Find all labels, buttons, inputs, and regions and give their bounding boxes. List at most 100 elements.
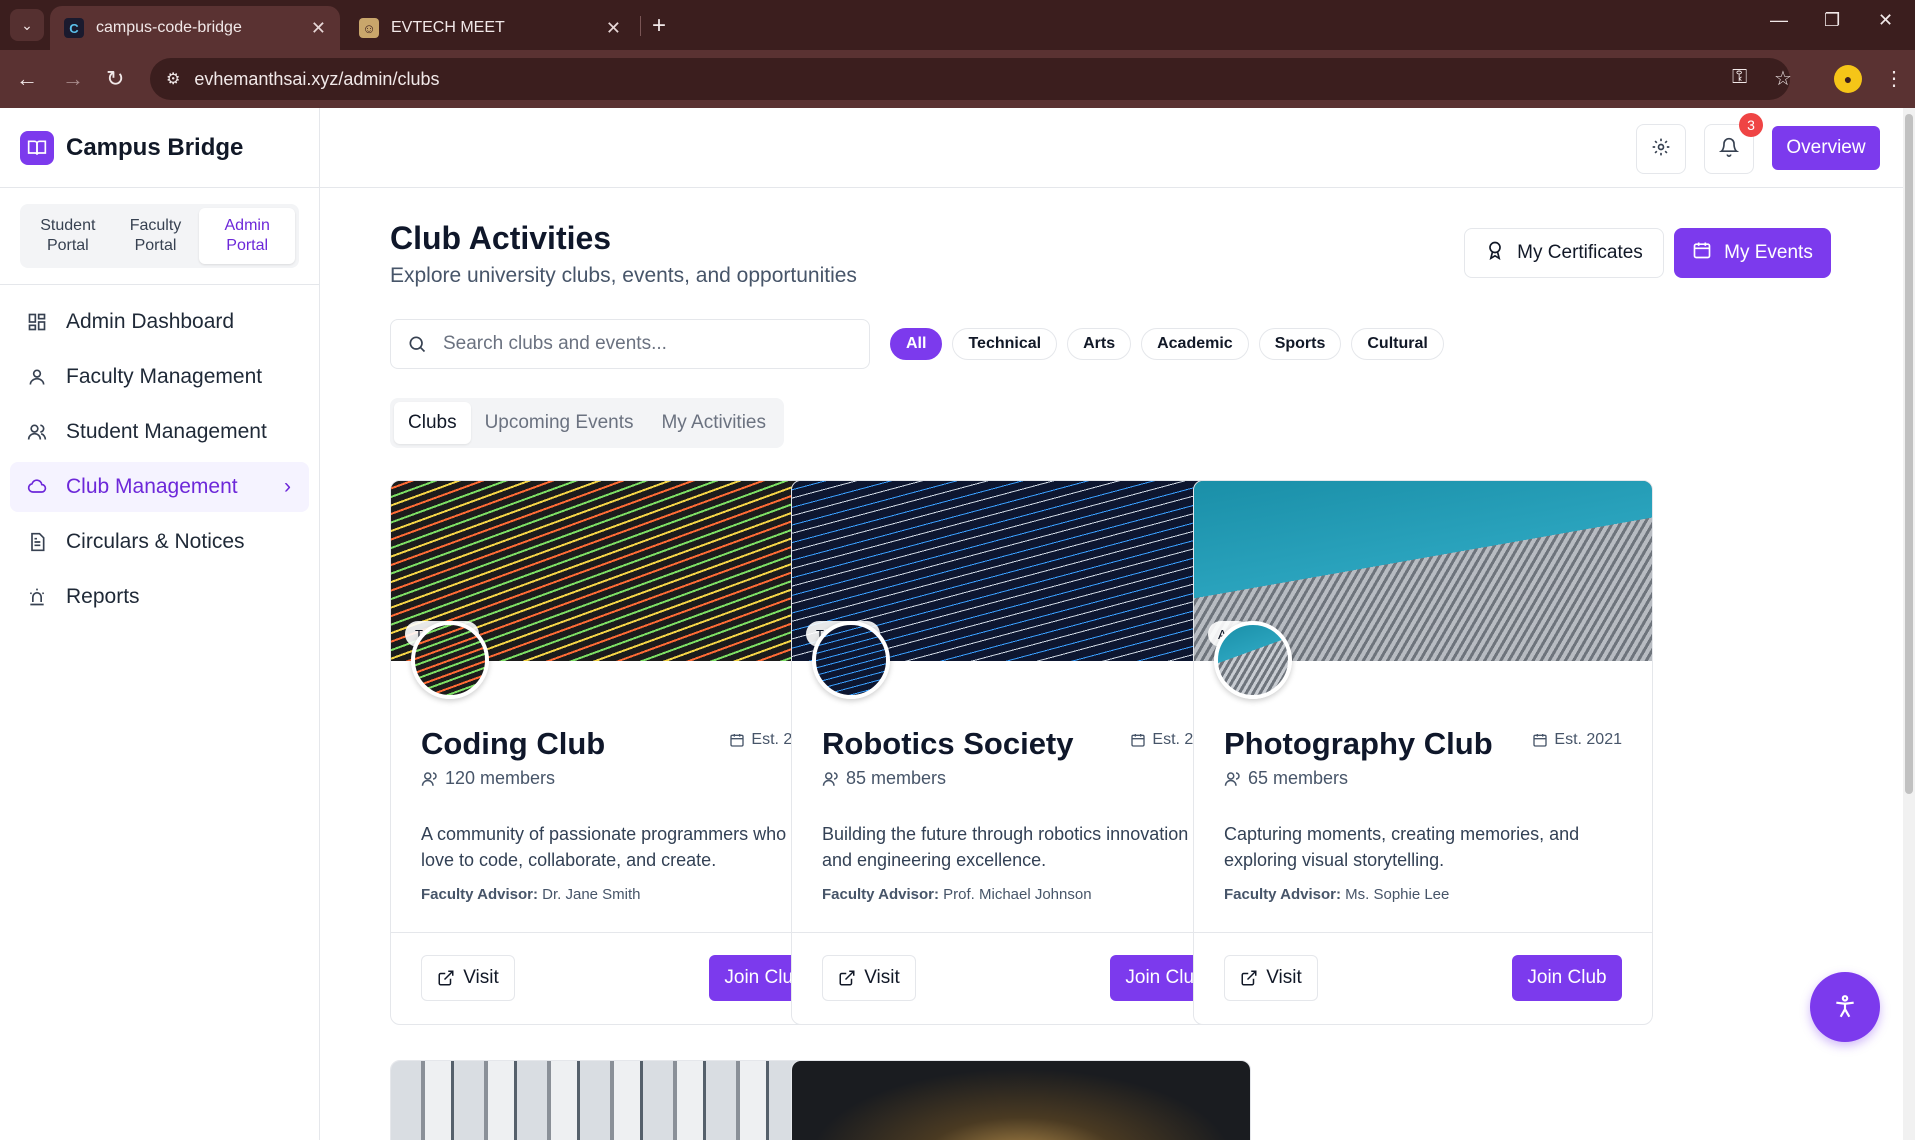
- page-subtitle: Explore university clubs, events, and op…: [390, 264, 857, 287]
- password-key-icon[interactable]: ⚿: [1732, 66, 1747, 89]
- accessibility-button[interactable]: [1810, 972, 1880, 1042]
- filter-sports[interactable]: Sports: [1258, 328, 1342, 360]
- forward-icon[interactable]: →: [62, 66, 84, 92]
- sidebar-item-label: Reports: [66, 585, 140, 608]
- est-label: Est. 2021: [1554, 731, 1622, 748]
- sidebar-item-faculty-management[interactable]: Faculty Management: [10, 352, 309, 402]
- my-certificates-label: My Certificates: [1517, 242, 1643, 263]
- visit-label: Visit: [864, 967, 900, 988]
- settings-button[interactable]: [1636, 124, 1686, 174]
- accessibility-icon: [1836, 995, 1854, 1018]
- notifications-button[interactable]: 3: [1704, 113, 1763, 174]
- calendar-icon: [1692, 240, 1712, 266]
- admin-portal-tab[interactable]: Admin Portal: [199, 208, 296, 264]
- advisor-label: Faculty Advisor:: [1224, 886, 1341, 903]
- filter-all[interactable]: All: [890, 328, 943, 360]
- tab-clubs[interactable]: Clubs: [394, 402, 471, 444]
- club-cover-image: [792, 1061, 1250, 1140]
- card-divider: [391, 932, 849, 933]
- faculty-advisor: Faculty Advisor: Prof. Michael Johnson: [822, 886, 1092, 903]
- search-icon: [409, 336, 426, 353]
- sidebar-item-student-management[interactable]: Student Management: [10, 407, 309, 457]
- site-info-icon[interactable]: ⚙: [166, 69, 180, 89]
- filter-cultural[interactable]: Cultural: [1351, 328, 1444, 360]
- sidebar-item-label: Faculty Management: [66, 365, 263, 388]
- visit-button[interactable]: Visit: [1224, 955, 1318, 1001]
- minimize-icon[interactable]: —: [1770, 10, 1788, 31]
- page-scrollbar-thumb[interactable]: [1905, 114, 1913, 794]
- alarm-icon: [26, 587, 48, 607]
- visit-button[interactable]: Visit: [421, 955, 515, 1001]
- gear-icon: [1651, 137, 1671, 162]
- new-tab-icon[interactable]: +: [652, 12, 666, 40]
- club-card-photography: Arts Photography Club Est. 2021 65 membe…: [1193, 480, 1653, 1025]
- address-bar[interactable]: ⚙ evhemanthsai.xyz/admin/clubs: [150, 58, 1790, 100]
- club-avatar: [812, 621, 890, 699]
- club-members: 85 members: [822, 768, 946, 789]
- meet-favicon-icon: ☺: [359, 18, 379, 38]
- members-count: 65 members: [1248, 768, 1349, 788]
- my-events-label: My Events: [1724, 242, 1813, 263]
- club-established: Est. 2021: [1532, 731, 1622, 749]
- window-close-icon[interactable]: ✕: [1878, 10, 1893, 31]
- cloud-icon: [26, 477, 48, 497]
- club-name: Photography Club: [1224, 726, 1493, 761]
- users-icon: [1224, 771, 1240, 786]
- profile-avatar-icon[interactable]: ●: [1834, 65, 1862, 93]
- visit-button[interactable]: Visit: [822, 955, 916, 1001]
- external-link-icon: [839, 970, 855, 986]
- app-topbar: 3 Overview: [320, 108, 1915, 188]
- faculty-advisor: Faculty Advisor: Ms. Sophie Lee: [1224, 886, 1449, 903]
- sidebar-item-admin-dashboard[interactable]: Admin Dashboard: [10, 297, 309, 347]
- reload-icon[interactable]: ↻: [106, 66, 124, 92]
- bookmark-star-icon[interactable]: ☆: [1774, 66, 1792, 91]
- tab-title: campus-code-bridge: [96, 19, 242, 36]
- close-tab-icon[interactable]: ✕: [311, 18, 326, 39]
- close-tab-icon[interactable]: ✕: [606, 18, 621, 39]
- browser-tab-inactive[interactable]: ☺ EVTECH MEET ✕: [345, 6, 635, 50]
- sidebar-item-reports[interactable]: Reports: [10, 572, 309, 622]
- filter-academic[interactable]: Academic: [1141, 328, 1249, 360]
- sidebar-item-label: Club Management: [66, 475, 238, 498]
- faculty-portal-tab[interactable]: Faculty Portal: [112, 208, 200, 264]
- sidebar-item-label: Admin Dashboard: [66, 310, 235, 333]
- back-icon[interactable]: ←: [16, 66, 38, 92]
- sidebar-item-club-management[interactable]: Club Management ›: [10, 462, 309, 512]
- browser-menu-icon[interactable]: ⋮: [1884, 66, 1904, 91]
- faculty-advisor: Faculty Advisor: Dr. Jane Smith: [421, 886, 641, 903]
- sidebar-item-label: Student Management: [66, 420, 267, 443]
- tab-search-button[interactable]: ⌄: [10, 9, 44, 41]
- browser-tab-active[interactable]: C campus-code-bridge ✕: [50, 6, 340, 50]
- club-description: Capturing moments, creating memories, an…: [1224, 824, 1580, 870]
- tab-upcoming-events[interactable]: Upcoming Events: [471, 402, 648, 444]
- sidebar-item-circulars-notices[interactable]: Circulars & Notices: [10, 517, 309, 567]
- club-avatar: [411, 621, 489, 699]
- student-portal-tab[interactable]: Student Portal: [24, 208, 112, 264]
- sidebar: Campus Bridge Student Portal Faculty Por…: [0, 108, 320, 1140]
- sidebar-nav: Admin Dashboard Faculty Management Stude…: [0, 285, 319, 639]
- card-divider: [792, 932, 1250, 933]
- external-link-icon: [1241, 970, 1257, 986]
- brand-name: Campus Bridge: [66, 133, 244, 161]
- filter-arts[interactable]: Arts: [1067, 328, 1132, 360]
- category-filters: All Technical Arts Academic Sports Cultu…: [890, 328, 1444, 360]
- advisor-name: Prof. Michael Johnson: [943, 886, 1092, 903]
- dashboard-icon: [26, 312, 48, 332]
- restore-icon[interactable]: ❐: [1824, 10, 1840, 31]
- club-members: 120 members: [421, 768, 555, 789]
- tab-separator: [640, 16, 641, 36]
- calendar-icon: [1131, 734, 1146, 747]
- filter-technical[interactable]: Technical: [952, 328, 1058, 360]
- tab-my-activities[interactable]: My Activities: [647, 402, 780, 444]
- card-divider: [1194, 932, 1652, 933]
- overview-button[interactable]: Overview: [1772, 126, 1880, 170]
- search-input[interactable]: Search clubs and events...: [390, 319, 870, 369]
- brand[interactable]: Campus Bridge: [0, 108, 319, 188]
- search-placeholder: Search clubs and events...: [443, 333, 667, 354]
- my-certificates-button[interactable]: My Certificates: [1464, 228, 1664, 278]
- my-events-button[interactable]: My Events: [1674, 228, 1831, 278]
- join-club-button[interactable]: Join Club: [1512, 955, 1622, 1001]
- advisor-name: Ms. Sophie Lee: [1345, 886, 1450, 903]
- calendar-icon: [1533, 734, 1548, 747]
- content-tabs: Clubs Upcoming Events My Activities: [390, 398, 785, 448]
